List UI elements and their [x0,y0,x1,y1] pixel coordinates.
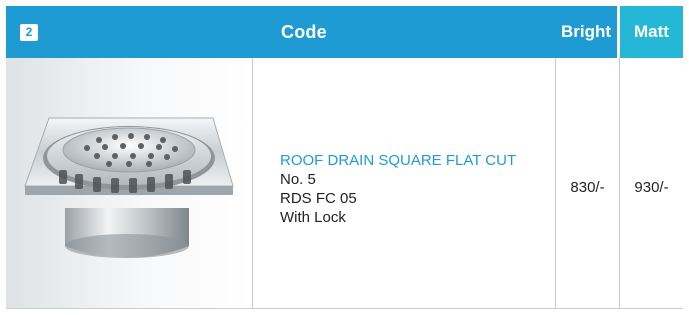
price-bright: 830/- [570,179,605,196]
price-matt: 930/- [634,179,669,196]
table-row: ROOF DRAIN SQUARE FLAT CUT No. 5 RDS FC … [6,58,683,309]
header-matt: Matt [620,6,683,58]
product-image-cell [6,58,252,309]
product-table: 2 Code Bright Matt ROOF DRAIN SQUARE FLA… [6,6,683,309]
header-code: Code [252,6,555,58]
header-bright: Bright [555,6,617,58]
product-description: ROOF DRAIN SQUARE FLAT CUT No. 5 RDS FC … [253,58,555,309]
product-number: No. 5 [280,170,316,188]
header-number-cell: 2 [6,6,252,58]
product-code: RDS FC 05 [280,189,357,207]
item-number-badge: 2 [20,23,38,41]
table-bottom-border [6,308,683,309]
product-feature: With Lock [280,208,346,226]
table-header: 2 Code Bright Matt [6,6,683,58]
product-title: ROOF DRAIN SQUARE FLAT CUT [280,151,517,169]
product-image [24,117,234,258]
